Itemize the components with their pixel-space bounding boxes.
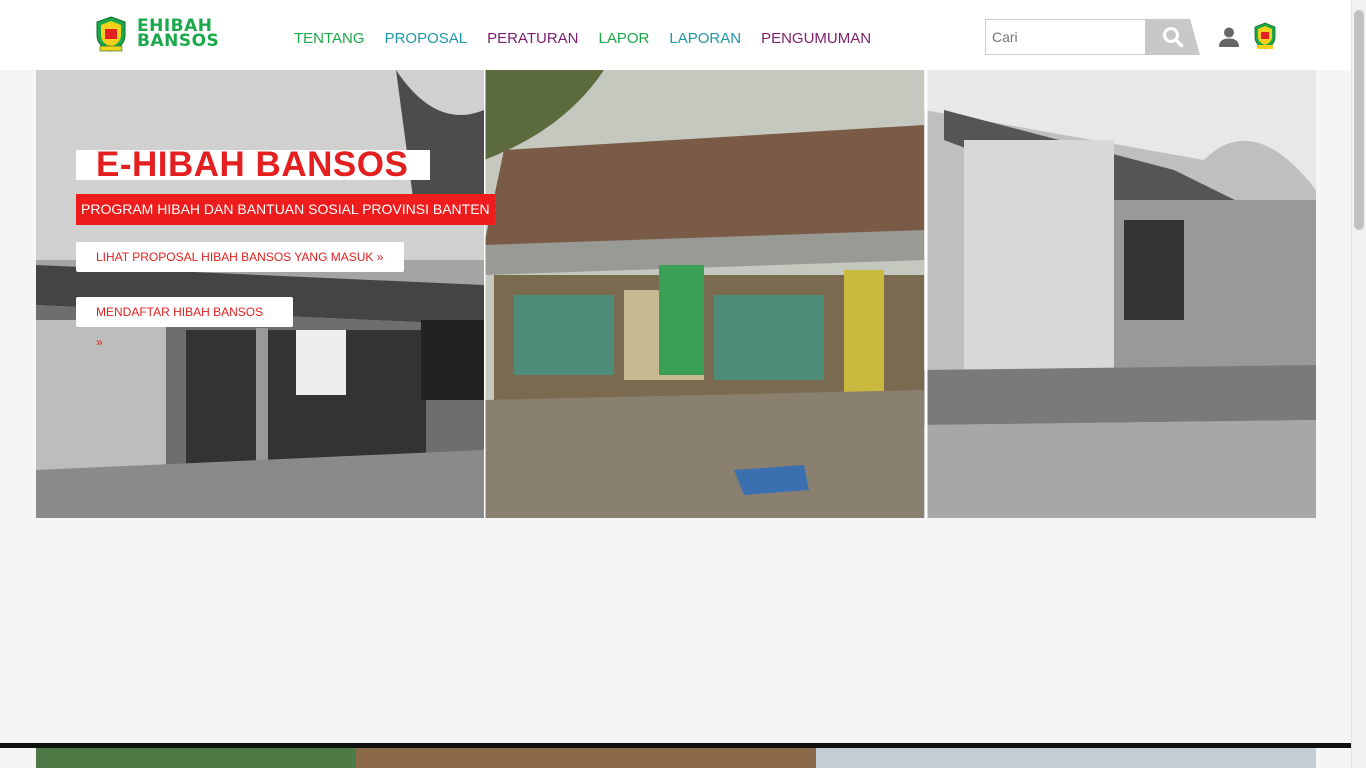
nav-laporan[interactable]: LAPORAN (669, 30, 741, 47)
register-button[interactable]: MENDAFTAR HIBAH BANSOS » (76, 297, 293, 349)
nav-lapor[interactable]: LAPOR (599, 30, 650, 47)
hero-subtitle: PROGRAM HIBAH DAN BANTUAN SOSIAL PROVINS… (76, 194, 495, 225)
search-button[interactable] (1145, 19, 1200, 55)
search-input[interactable] (985, 19, 1150, 55)
page-scrollbar[interactable] (1351, 0, 1366, 768)
view-proposals-button[interactable]: LIHAT PROPOSAL HIBAH BANSOS YANG MASUK » (76, 242, 404, 272)
site-header: EHIBAH BANSOS TENTANG PROPOSAL PERATURAN… (0, 0, 1351, 70)
user-icon[interactable] (1218, 26, 1240, 48)
brand-line-2: BANSOS (137, 31, 220, 51)
next-section-banner (36, 748, 1316, 768)
nav-proposal[interactable]: PROPOSAL (385, 30, 468, 47)
brand-name: EHIBAH BANSOS (137, 18, 220, 51)
search-icon (1162, 27, 1183, 48)
nav-peraturan[interactable]: PERATURAN (487, 30, 578, 47)
search-box (985, 19, 1200, 55)
hero-photo-1 (36, 70, 484, 518)
site-logo[interactable]: EHIBAH BANSOS (94, 15, 219, 53)
province-emblem-icon (96, 16, 126, 52)
nav-tentang[interactable]: TENTANG (294, 30, 365, 47)
hero-photo-2 (484, 70, 924, 518)
main-nav: TENTANG PROPOSAL PERATURAN LAPOR LAPORAN… (294, 30, 871, 47)
nav-pengumuman[interactable]: PENGUMUMAN (761, 30, 871, 47)
province-emblem-small-icon[interactable] (1253, 22, 1277, 50)
hero-banner: E-HIBAH BANSOS PROGRAM HIBAH DAN BANTUAN… (36, 70, 1316, 518)
scrollbar-thumb[interactable] (1354, 10, 1364, 230)
hero-photo-3 (924, 70, 1316, 518)
hero-title: E-HIBAH BANSOS (76, 147, 430, 182)
